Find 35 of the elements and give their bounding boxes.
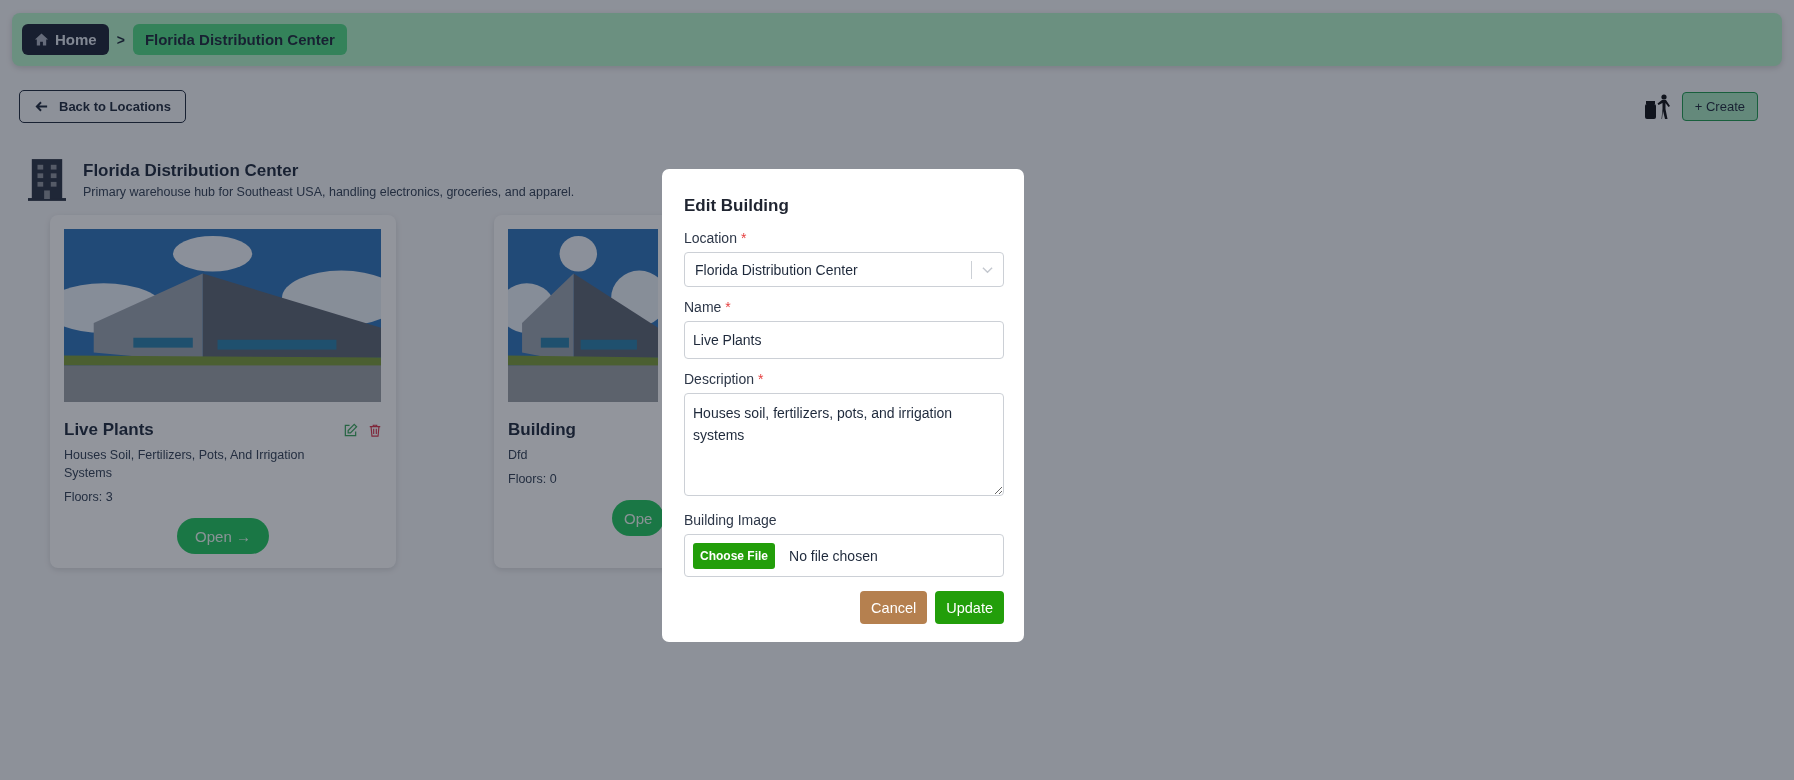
required-mark: * bbox=[740, 230, 747, 246]
file-field[interactable]: Choose File No file chosen bbox=[684, 534, 1004, 577]
required-mark: * bbox=[725, 299, 731, 315]
field-label: Building Image bbox=[684, 512, 777, 528]
file-status: No file chosen bbox=[789, 547, 878, 564]
building-description: Houses Soil, Fertilizers, Pots, And Irrigation Systems bbox=[64, 447, 306, 482]
trash-icon[interactable] bbox=[368, 422, 382, 438]
field-label: Description bbox=[684, 371, 755, 387]
building-title: Building bbox=[508, 420, 576, 440]
create-button[interactable]: + Create bbox=[1681, 92, 1758, 121]
location-select[interactable]: Florida Distribution Center bbox=[684, 252, 1004, 287]
choose-file-button[interactable]: Choose File bbox=[693, 542, 775, 569]
chevron-down-icon bbox=[982, 265, 993, 274]
description-field[interactable]: Houses soil, fertilizers, pots, and irrigation systems bbox=[684, 393, 1004, 496]
breadcrumb-separator: > bbox=[116, 31, 125, 48]
dialog-title: Edit Building bbox=[684, 196, 790, 216]
floor-count: Floors: 0 bbox=[508, 472, 558, 486]
cancel-button[interactable]: Cancel bbox=[860, 591, 928, 624]
location-title: Florida Distribution Center bbox=[83, 161, 300, 181]
field-label: Name bbox=[684, 299, 722, 315]
required-mark: * bbox=[758, 371, 764, 387]
location-description: Primary warehouse hub for Southeast USA, handling electronics, groceries, and apparel. bbox=[83, 185, 575, 199]
field-label: Location bbox=[684, 230, 737, 246]
update-button[interactable]: Update bbox=[935, 591, 1004, 624]
breadcrumb-link[interactable]: Florida Distribution Center bbox=[132, 24, 347, 55]
name-field[interactable]: Live Plants bbox=[684, 321, 1004, 359]
floor-count: Floors: 3 bbox=[64, 490, 114, 504]
edit-icon[interactable] bbox=[343, 422, 358, 438]
back-button[interactable]: Back to Locations bbox=[19, 90, 186, 123]
home-link[interactable]: Home bbox=[22, 24, 109, 55]
home-icon bbox=[34, 32, 49, 47]
arrow-left-icon bbox=[34, 99, 49, 114]
building-description: Dfd bbox=[508, 447, 529, 464]
office-building-icon bbox=[28, 159, 66, 201]
building-title: Live Plants bbox=[64, 420, 154, 440]
